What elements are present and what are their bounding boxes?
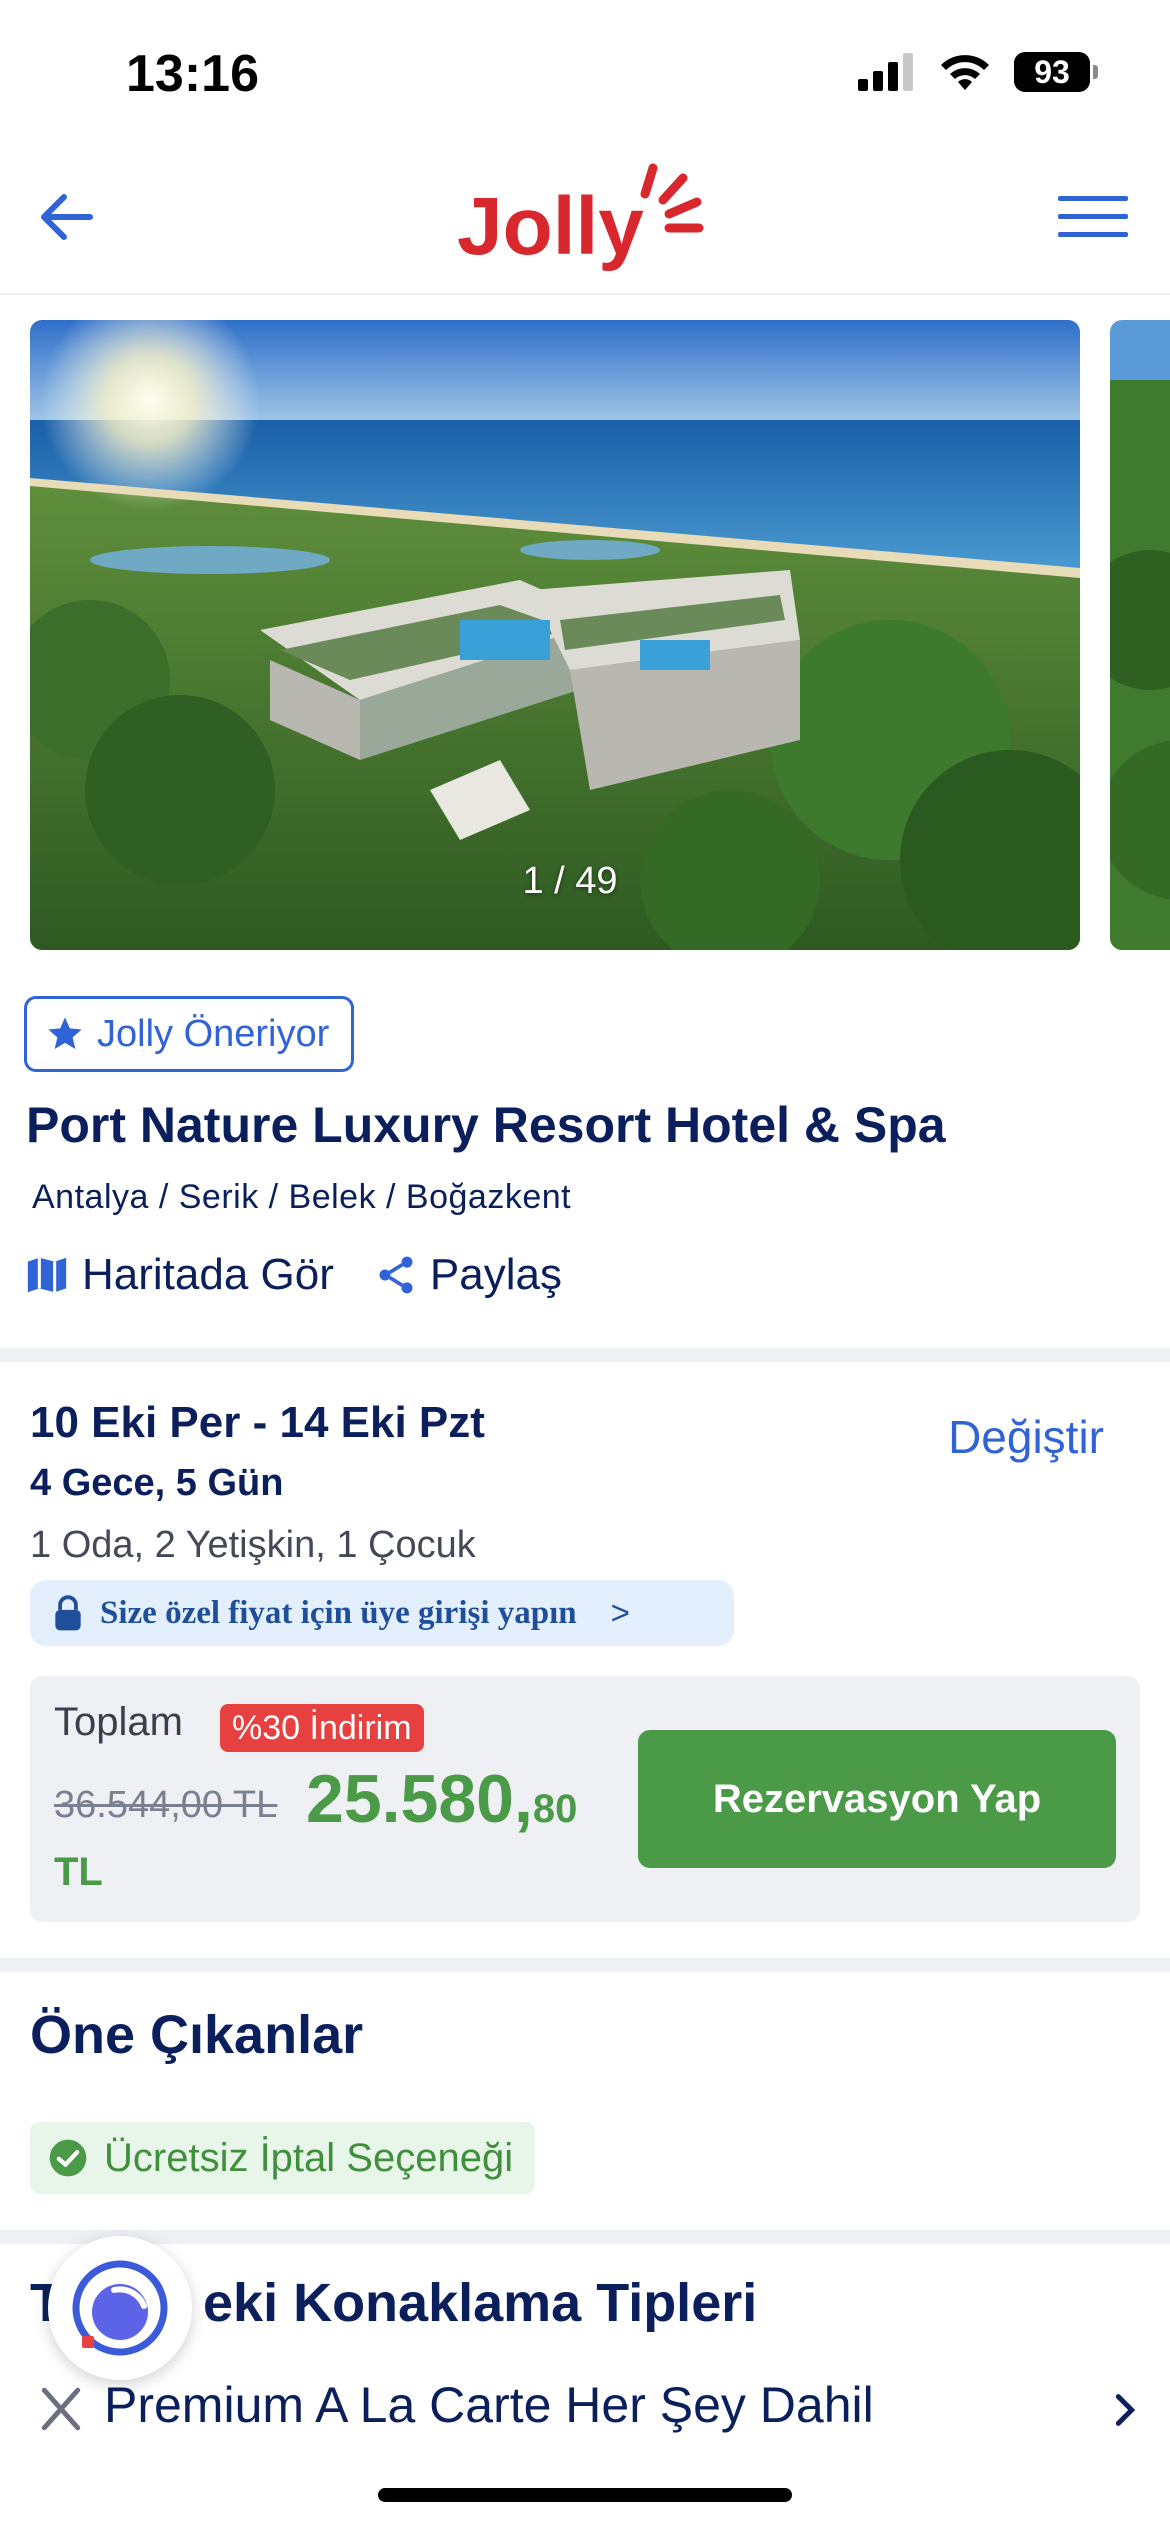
star-icon — [48, 1017, 82, 1049]
section-divider — [0, 1348, 1170, 1362]
top-navigation: Jolly — [0, 140, 1170, 295]
accommodation-item-label: Premium A La Carte Her Şey Dahil — [104, 2377, 874, 2433]
badge-label: Jolly Öneriyor — [97, 1012, 330, 1055]
next-photo-preview[interactable] — [1110, 320, 1170, 950]
home-indicator — [378, 2488, 792, 2502]
section-divider — [0, 2230, 1170, 2244]
discount-badge: %30 İndirim — [220, 1704, 424, 1752]
member-login-text: Size özel fiyat için üye girişi yapın — [100, 1594, 577, 1631]
price-summary: Toplam %30 İndirim 36.544,00 TL 25.580,8… — [30, 1676, 1140, 1922]
hotel-aerial-image — [30, 320, 1080, 950]
signal-icon — [858, 53, 913, 91]
lock-icon — [55, 1595, 81, 1631]
member-login-banner[interactable]: Size özel fiyat için üye girişi yapın > — [30, 1580, 734, 1646]
chat-support-icon — [72, 2260, 168, 2356]
share-label: Paylaş — [429, 1250, 562, 1299]
stay-duration: 4 Gece, 5 Gün — [30, 1462, 284, 1504]
check-circle-icon — [49, 2139, 87, 2177]
back-arrow-icon[interactable] — [34, 184, 100, 250]
share-button[interactable]: Paylaş — [374, 1250, 562, 1300]
new-price-main: 25.580, — [306, 1761, 533, 1837]
hotel-photo[interactable] — [30, 320, 1080, 950]
member-login-chevron: > — [610, 1594, 630, 1631]
reserve-button[interactable]: Rezervasyon Yap — [638, 1730, 1116, 1868]
hotel-actions: Haritada Gör Paylaş — [24, 1250, 562, 1300]
status-time: 13:16 — [126, 45, 259, 103]
accommodation-title-rest: eki Konaklama Tipleri — [203, 2273, 758, 2333]
status-icons: 93 — [858, 52, 1098, 92]
chat-support-button[interactable] — [48, 2236, 192, 2380]
highlights-title: Öne Çıkanlar — [30, 2005, 364, 2065]
battery-level: 93 — [1034, 53, 1070, 90]
battery-icon: 93 — [1014, 52, 1098, 92]
status-bar: 13:16 93 — [0, 0, 1170, 140]
chevron-right-icon — [1115, 2394, 1136, 2426]
photo-gallery[interactable]: 1 / 49 — [0, 320, 1170, 950]
room-guests: 1 Oda, 2 Yetişkin, 1 Çocuk — [30, 1524, 476, 1566]
new-price: 25.580,80 — [306, 1760, 577, 1838]
wifi-icon — [941, 55, 989, 90]
share-icon — [379, 1256, 413, 1294]
change-dates-link[interactable]: Değiştir — [948, 1410, 1104, 1464]
free-cancellation-chip: Ücretsiz İptal Seçeneği — [30, 2122, 536, 2194]
jolly-recommends-badge: Jolly Öneriyor — [24, 996, 355, 1072]
hotel-name: Port Nature Luxury Resort Hotel & Spa — [26, 1097, 946, 1153]
jolly-logo[interactable]: Jolly — [455, 154, 715, 274]
hotel-location: Antalya / Serik / Belek / Boğazkent — [32, 1178, 572, 1216]
photo-counter: 1 / 49 — [522, 860, 618, 902]
stay-dates: 10 Eki Per - 14 Eki Pzt — [30, 1398, 485, 1447]
view-on-map-button[interactable]: Haritada Gör — [24, 1250, 334, 1300]
cutlery-icon — [41, 2387, 81, 2431]
total-label: Toplam — [54, 1700, 183, 1744]
old-price: 36.544,00 TL — [54, 1784, 278, 1826]
price-currency: TL — [54, 1850, 103, 1894]
map-label: Haritada Gör — [82, 1250, 334, 1299]
next-photo-image — [1110, 320, 1170, 950]
section-divider — [0, 1958, 1170, 1972]
hamburger-menu-icon[interactable] — [1058, 194, 1128, 240]
accommodation-item[interactable]: Premium A La Carte Her Şey Dahil — [30, 2376, 1140, 2446]
jolly-logo-text: Jolly — [457, 181, 644, 272]
free-cancellation-label: Ücretsiz İptal Seçeneği — [104, 2135, 514, 2180]
map-icon — [27, 1257, 67, 1293]
new-price-cents: 80 — [532, 1787, 578, 1831]
